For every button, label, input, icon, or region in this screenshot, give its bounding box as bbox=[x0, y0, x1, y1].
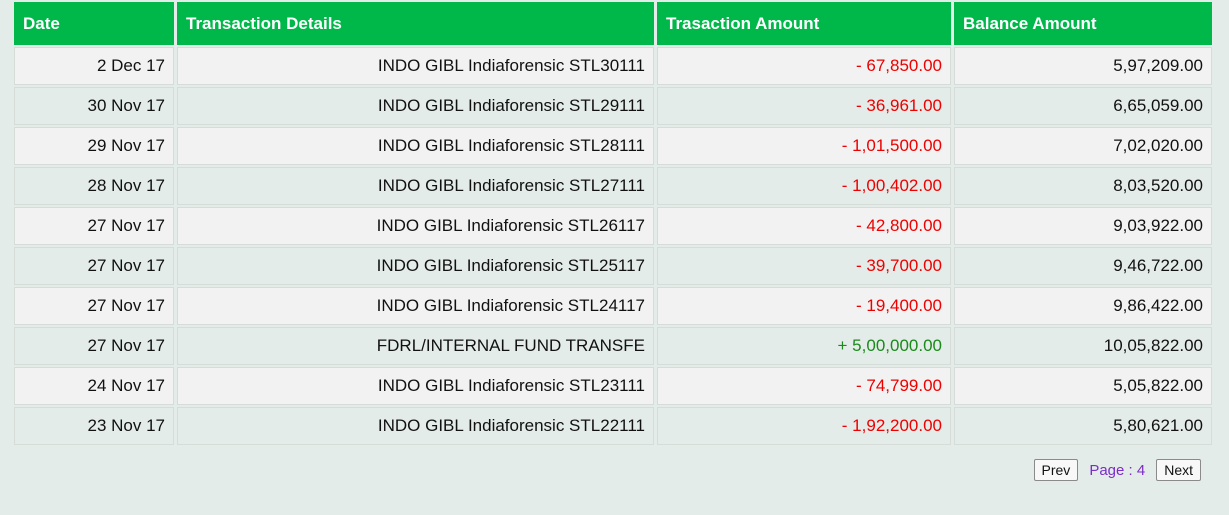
date-cell: 29 Nov 17 bbox=[14, 127, 174, 165]
amount-cell: - 39,700.00 bbox=[657, 247, 951, 285]
prev-button[interactable]: Prev bbox=[1033, 459, 1079, 481]
balance-cell: 9,46,722.00 bbox=[954, 247, 1212, 285]
table-row: 27 Nov 17 INDO GIBL Indiaforensic STL2511… bbox=[14, 247, 1212, 285]
table-row: 27 Nov 17 FDRL/INTERNAL FUND TRANSFE + 5,0… bbox=[14, 327, 1212, 365]
amount-cell: - 1,00,402.00 bbox=[657, 167, 951, 205]
details-cell: INDO GIBL Indiaforensic STL29111 bbox=[177, 87, 654, 125]
balance-cell: 9,03,922.00 bbox=[954, 207, 1212, 245]
balance-cell: 10,05,822.00 bbox=[954, 327, 1212, 365]
date-cell: 27 Nov 17 bbox=[14, 207, 174, 245]
column-header-balance: Balance Amount bbox=[954, 2, 1212, 45]
next-button[interactable]: Next bbox=[1156, 459, 1201, 481]
column-header-date: Date bbox=[14, 2, 174, 45]
date-cell: 27 Nov 17 bbox=[14, 247, 174, 285]
column-header-details: Transaction Details bbox=[177, 2, 654, 45]
table-row: 29 Nov 17 INDO GIBL Indiaforensic STL2811… bbox=[14, 127, 1212, 165]
amount-cell: - 36,961.00 bbox=[657, 87, 951, 125]
amount-cell: - 67,850.00 bbox=[657, 47, 951, 85]
balance-cell: 5,05,822.00 bbox=[954, 367, 1212, 405]
details-cell: INDO GIBL Indiaforensic STL22111 bbox=[177, 407, 654, 445]
balance-cell: 8,03,520.00 bbox=[954, 167, 1212, 205]
date-cell: 23 Nov 17 bbox=[14, 407, 174, 445]
balance-cell: 5,80,621.00 bbox=[954, 407, 1212, 445]
amount-cell: - 1,92,200.00 bbox=[657, 407, 951, 445]
balance-cell: 7,02,020.00 bbox=[954, 127, 1212, 165]
table-row: 27 Nov 17 INDO GIBL Indiaforensic STL2411… bbox=[14, 287, 1212, 325]
transactions-table: Date Transaction Details Trasaction Amou… bbox=[11, 0, 1215, 447]
amount-cell: - 1,01,500.00 bbox=[657, 127, 951, 165]
table-row: 2 Dec 17 INDO GIBL Indiaforensic STL30111… bbox=[14, 47, 1212, 85]
details-cell: INDO GIBL Indiaforensic STL26117 bbox=[177, 207, 654, 245]
column-header-amount: Trasaction Amount bbox=[657, 2, 951, 45]
page-indicator: Page : 4 bbox=[1089, 461, 1146, 479]
table-row: 30 Nov 17 INDO GIBL Indiaforensic STL2911… bbox=[14, 87, 1212, 125]
transactions-table-container: Date Transaction Details Trasaction Amou… bbox=[12, 0, 1212, 447]
amount-cell: + 5,00,000.00 bbox=[657, 327, 951, 365]
date-cell: 27 Nov 17 bbox=[14, 327, 174, 365]
details-cell: INDO GIBL Indiaforensic STL23111 bbox=[177, 367, 654, 405]
balance-cell: 9,86,422.00 bbox=[954, 287, 1212, 325]
balance-cell: 6,65,059.00 bbox=[954, 87, 1212, 125]
date-cell: 28 Nov 17 bbox=[14, 167, 174, 205]
table-row: 23 Nov 17 INDO GIBL Indiaforensic STL2211… bbox=[14, 407, 1212, 445]
amount-cell: - 19,400.00 bbox=[657, 287, 951, 325]
table-row: 24 Nov 17 INDO GIBL Indiaforensic STL2311… bbox=[14, 367, 1212, 405]
details-cell: INDO GIBL Indiaforensic STL25117 bbox=[177, 247, 654, 285]
table-row: 27 Nov 17 INDO GIBL Indiaforensic STL2611… bbox=[14, 207, 1212, 245]
pagination: Prev Page : 4 Next bbox=[1033, 459, 1201, 481]
details-cell: INDO GIBL Indiaforensic STL28111 bbox=[177, 127, 654, 165]
date-cell: 2 Dec 17 bbox=[14, 47, 174, 85]
details-cell: INDO GIBL Indiaforensic STL27111 bbox=[177, 167, 654, 205]
balance-cell: 5,97,209.00 bbox=[954, 47, 1212, 85]
details-cell: FDRL/INTERNAL FUND TRANSFE bbox=[177, 327, 654, 365]
date-cell: 24 Nov 17 bbox=[14, 367, 174, 405]
date-cell: 30 Nov 17 bbox=[14, 87, 174, 125]
details-cell: INDO GIBL Indiaforensic STL24117 bbox=[177, 287, 654, 325]
table-header-row: Date Transaction Details Trasaction Amou… bbox=[14, 2, 1212, 45]
date-cell: 27 Nov 17 bbox=[14, 287, 174, 325]
amount-cell: - 74,799.00 bbox=[657, 367, 951, 405]
table-row: 28 Nov 17 INDO GIBL Indiaforensic STL2711… bbox=[14, 167, 1212, 205]
details-cell: INDO GIBL Indiaforensic STL30111 bbox=[177, 47, 654, 85]
amount-cell: - 42,800.00 bbox=[657, 207, 951, 245]
